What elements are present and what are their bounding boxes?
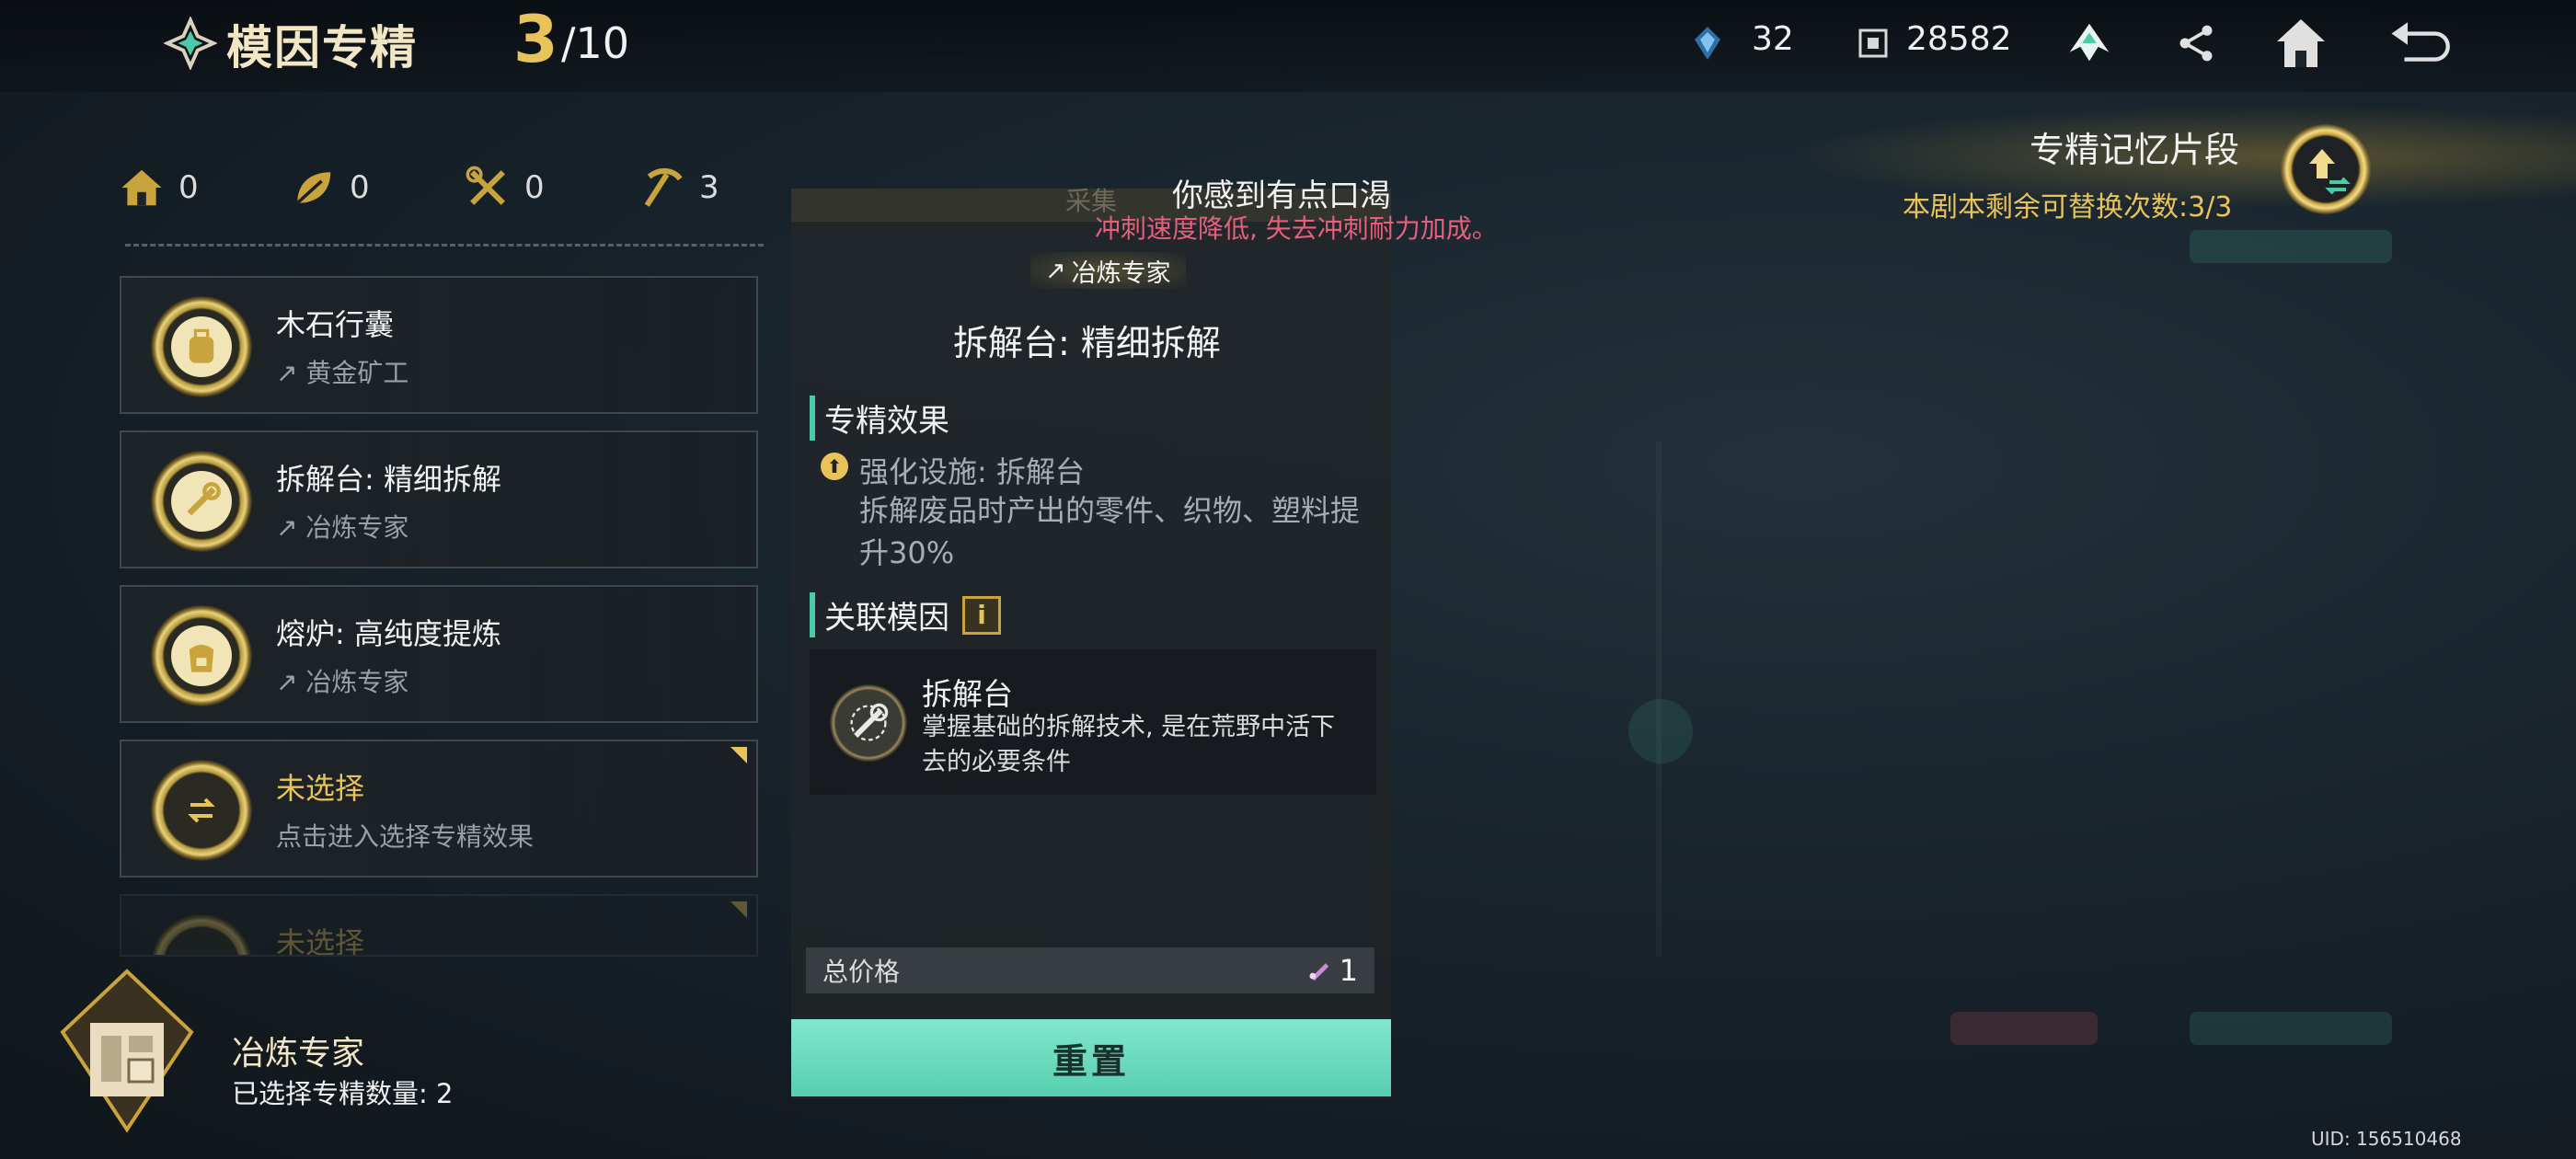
mastery-item-empty-slot[interactable]: 未选择 点击进入选择专精效果 — [120, 740, 758, 878]
related-gene-name: 拆解台 — [922, 676, 1013, 712]
stat-crafting: 0 — [466, 166, 545, 210]
faction-icon[interactable] — [2057, 11, 2122, 75]
mastery-item-name: 未选择 — [276, 925, 365, 957]
upgrade-icon: ⬆ — [821, 453, 848, 480]
stat-building-value: 0 — [178, 169, 199, 206]
detail-title: 拆解台: 精细拆解 — [953, 323, 1221, 363]
total-price-value: 1 — [1339, 953, 1358, 988]
backpack-icon — [151, 296, 252, 397]
path-tag: ↗ 冶炼专家 — [1030, 252, 1186, 289]
chip-icon — [1847, 11, 1899, 75]
stat-crafting-value: 0 — [524, 169, 545, 206]
mastery-count-current: 3 — [513, 2, 558, 77]
related-gene-heading-row: 关联模因 i — [810, 592, 1001, 637]
stat-mining: 3 — [640, 166, 719, 210]
background-node — [1628, 699, 1693, 763]
related-gene-heading: 关联模因 — [810, 592, 949, 637]
meme-logo-icon — [163, 16, 218, 71]
profile-selected-count: 已选择专精数量: 2 — [232, 1078, 454, 1109]
stat-gathering-value: 0 — [350, 169, 370, 206]
effect-heading: 专精效果 — [810, 396, 949, 441]
smelter-emblem-icon — [53, 968, 201, 1133]
wrench-icon — [830, 684, 907, 762]
reset-button[interactable]: 重置 — [791, 1019, 1391, 1096]
total-price-row: 总价格 1 — [806, 947, 1374, 993]
chip-count: 28582 — [1906, 20, 2012, 58]
effect-description: 拆解废品时产出的零件、织物、塑料提升30% — [859, 493, 1361, 570]
memory-fragment-remaining: 本剧本剩余可替换次数:3/3 — [1903, 191, 2233, 224]
mastery-list-panel: 0 0 0 3 木石行囊 ↗ 黄金矿工 拆解台: 精细拆解 ↗ 冶炼专家 熔炉:… — [120, 147, 764, 957]
related-gene-card[interactable]: 拆解台 掌握基础的拆解技术, 是在荒野中活下去的必要条件 — [810, 649, 1376, 795]
crystal-count: 32 — [1752, 20, 1794, 58]
wrench-icon — [151, 451, 252, 552]
mastery-count-max: /10 — [561, 18, 630, 68]
mastery-item-path: ↗ 冶炼专家 — [276, 512, 409, 543]
back-icon[interactable] — [2388, 11, 2453, 75]
stat-building: 0 — [120, 166, 199, 210]
home-icon[interactable] — [2269, 11, 2333, 75]
total-price-label: 总价格 — [822, 957, 901, 987]
background-node — [2190, 230, 2392, 263]
status-notice-desc: 冲刺速度降低, 失去冲刺耐力加成。 — [1095, 213, 1498, 244]
mastery-item-name: 熔炉: 高纯度提炼 — [276, 616, 501, 651]
furnace-icon — [151, 605, 252, 706]
user-id: UID: 156510468 — [2311, 1128, 2462, 1150]
stat-gathering: 0 — [291, 166, 370, 210]
house-icon — [121, 169, 162, 206]
share-icon[interactable] — [2164, 11, 2228, 75]
mastery-item-name: 未选择 — [276, 771, 365, 806]
mastery-item-path: ↗ 冶炼专家 — [276, 667, 409, 697]
tools-icon — [466, 166, 505, 205]
related-gene-description: 掌握基础的拆解技术, 是在荒野中活下去的必要条件 — [922, 713, 1336, 776]
mastery-item-furnace[interactable]: 熔炉: 高纯度提炼 ↗ 冶炼专家 — [120, 585, 758, 723]
divider — [125, 244, 764, 247]
mastery-item-path: ↗ 黄金矿工 — [276, 358, 409, 388]
background-node — [2190, 1012, 2392, 1045]
background-node — [1950, 1012, 2098, 1045]
upgrade-swap-icon — [2309, 149, 2351, 195]
memory-fragment-button[interactable] — [2280, 123, 2372, 215]
mastery-item-empty-slot[interactable]: 未选择 — [120, 894, 758, 957]
effect-title: 强化设施: 拆解台 — [859, 454, 1085, 489]
leaf-icon — [295, 172, 331, 205]
pickaxe-icon — [644, 168, 683, 207]
info-icon[interactable]: i — [962, 595, 1001, 635]
crystal-icon — [1682, 11, 1733, 75]
page-title: 模因专精 — [226, 21, 418, 75]
mastery-item-name: 拆解台: 精细拆解 — [276, 462, 501, 497]
profile-path-name: 冶炼专家 — [232, 1035, 365, 1073]
swap-icon — [151, 914, 252, 955]
mastery-item-name: 木石行囊 — [276, 307, 395, 342]
swap-icon — [151, 760, 252, 861]
mastery-item-dismantle[interactable]: 拆解台: 精细拆解 ↗ 冶炼专家 — [120, 430, 758, 568]
total-price-value-group: 1 — [1306, 953, 1358, 988]
path-tag-label: 冶炼专家 — [1071, 258, 1171, 288]
pickaxe-icon: ↗ — [1045, 256, 1066, 285]
memory-fragment-title: 专精记忆片段 — [2030, 130, 2240, 170]
mastery-item-backpack[interactable]: 木石行囊 ↗ 黄金矿工 — [120, 276, 758, 414]
mastery-item-hint: 点击进入选择专精效果 — [276, 821, 535, 852]
stat-mining-value: 3 — [699, 169, 719, 206]
token-icon — [1309, 963, 1328, 981]
